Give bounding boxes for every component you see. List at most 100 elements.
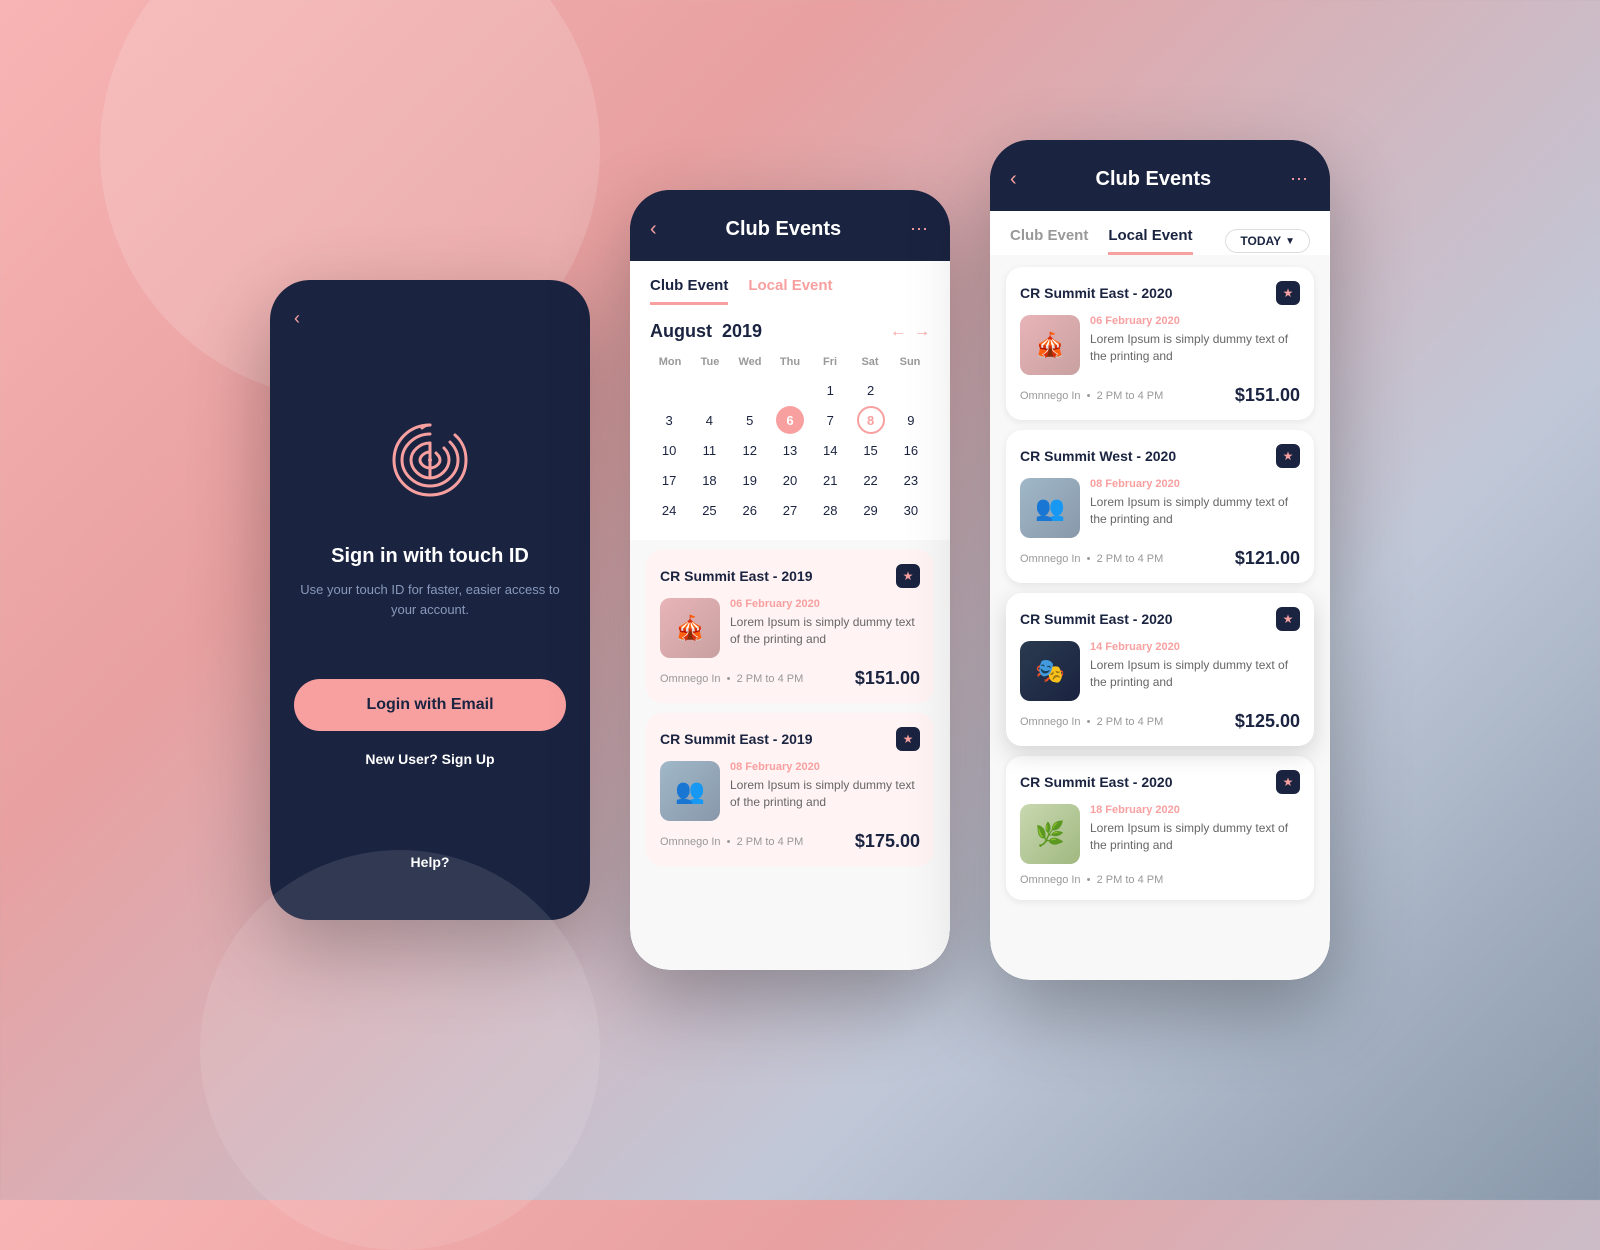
- phone3-event-4-location: Omnnego In • 2 PM to 4 PM: [1020, 874, 1163, 886]
- phone3-event-2: CR Summit West - 2020 ★ 👥 08 February 20…: [1006, 430, 1314, 583]
- phone3-event-3-desc: Lorem Ipsum is simply dummy text of the …: [1090, 657, 1300, 691]
- phone3-event-3-date: 14 February 2020: [1090, 641, 1300, 653]
- cal-day-24[interactable]: 24: [655, 496, 683, 524]
- event-2-price: $175.00: [855, 831, 920, 852]
- back-icon[interactable]: ‹: [294, 308, 300, 329]
- cal-day-12[interactable]: 12: [736, 436, 764, 464]
- phone3-event-1-price: $151.00: [1235, 385, 1300, 406]
- cal-day-23[interactable]: 23: [897, 466, 925, 494]
- cal-day-14[interactable]: 14: [816, 436, 844, 464]
- cal-day-22[interactable]: 22: [857, 466, 885, 494]
- phone2-back-icon[interactable]: ‹: [650, 218, 657, 241]
- cal-day-27[interactable]: 27: [776, 496, 804, 524]
- signin-title: Sign in with touch ID: [331, 545, 529, 568]
- cal-day-21[interactable]: 21: [816, 466, 844, 494]
- event-1-desc: Lorem Ipsum is simply dummy text of the …: [730, 614, 920, 648]
- tab-local-event-2[interactable]: Local Event: [748, 277, 832, 305]
- event-1-image: 🎪: [660, 598, 720, 658]
- day-sun: Sun: [890, 356, 930, 368]
- event-2-image: 👥: [660, 761, 720, 821]
- phone3-event-4-date: 18 February 2020: [1090, 804, 1300, 816]
- event-2-date: 08 February 2020: [730, 761, 920, 773]
- day-mon: Mon: [650, 356, 690, 368]
- calendar-nav[interactable]: ← →: [890, 323, 930, 341]
- cal-day-2[interactable]: 2: [857, 376, 885, 404]
- cal-day-9[interactable]: 9: [897, 406, 925, 434]
- phone3-event-1-title: CR Summit East - 2020: [1020, 285, 1173, 301]
- phone3-event-3-price: $125.00: [1235, 711, 1300, 732]
- phone3-event-2-location: Omnnego In • 2 PM to 4 PM: [1020, 553, 1163, 565]
- cal-day-8[interactable]: 8: [857, 406, 885, 434]
- phone3-menu-icon[interactable]: ⋯: [1290, 169, 1310, 190]
- event-2-title: CR Summit East - 2019: [660, 731, 813, 747]
- calendar-days-header: Mon Tue Wed Thu Fri Sat Sun: [650, 356, 930, 368]
- cal-day-19[interactable]: 19: [736, 466, 764, 494]
- cal-day-5[interactable]: 5: [736, 406, 764, 434]
- cal-day-16[interactable]: 16: [897, 436, 925, 464]
- phone-local-events: ‹ Club Events ⋯ Club Event Local Event T…: [990, 140, 1330, 980]
- phone3-event-4: CR Summit East - 2020 ★ 🌿 18 February 20…: [1006, 756, 1314, 900]
- phone-signin: ‹ Sign in with touch ID Use your touch I…: [270, 280, 590, 920]
- phone3-event-3-image: 🎭: [1020, 641, 1080, 701]
- phone3-event-3-location: Omnnego In • 2 PM to 4 PM: [1020, 716, 1163, 728]
- next-month-icon[interactable]: →: [914, 323, 930, 341]
- cal-day-13[interactable]: 13: [776, 436, 804, 464]
- cal-day-28[interactable]: 28: [816, 496, 844, 524]
- tab-club-event-3[interactable]: Club Event: [1010, 227, 1088, 255]
- day-tue: Tue: [690, 356, 730, 368]
- cal-day-3[interactable]: 3: [655, 406, 683, 434]
- phone3-event-2-image: 👥: [1020, 478, 1080, 538]
- help-link[interactable]: Help?: [411, 854, 450, 870]
- cal-day-18[interactable]: 18: [695, 466, 723, 494]
- cal-day-15[interactable]: 15: [857, 436, 885, 464]
- phone2-title: Club Events: [726, 218, 842, 241]
- day-fri: Fri: [810, 356, 850, 368]
- phone3-event-1-image: 🎪: [1020, 315, 1080, 375]
- cal-day-1[interactable]: 1: [816, 376, 844, 404]
- phone3-event-2-date: 08 February 2020: [1090, 478, 1300, 490]
- cal-day-10[interactable]: 10: [655, 436, 683, 464]
- calendar: August 2019 ← → Mon Tue Wed Thu Fri Sat …: [630, 305, 950, 540]
- phone-club-events: ‹ Club Events ⋯ Club Event Local Event A…: [630, 190, 950, 970]
- cal-day-7[interactable]: 7: [816, 406, 844, 434]
- event-2-desc: Lorem Ipsum is simply dummy text of the …: [730, 777, 920, 811]
- event-2-star-icon[interactable]: ★: [896, 727, 920, 751]
- event-1-star-icon[interactable]: ★: [896, 564, 920, 588]
- phone3-tabs: Club Event Local Event TODAY ▼: [990, 211, 1330, 255]
- cal-day-20[interactable]: 20: [776, 466, 804, 494]
- prev-month-icon[interactable]: ←: [890, 323, 906, 341]
- cal-day-26[interactable]: 26: [736, 496, 764, 524]
- phone3-event-4-star-icon[interactable]: ★: [1276, 770, 1300, 794]
- cal-day-11[interactable]: 11: [695, 436, 723, 464]
- cal-day-17[interactable]: 17: [655, 466, 683, 494]
- phone3-event-4-image: 🌿: [1020, 804, 1080, 864]
- phone3-event-3-star-icon[interactable]: ★: [1276, 607, 1300, 631]
- phone3-event-4-title: CR Summit East - 2020: [1020, 774, 1173, 790]
- day-thu: Thu: [770, 356, 810, 368]
- day-sat: Sat: [850, 356, 890, 368]
- day-wed: Wed: [730, 356, 770, 368]
- event-1-price: $151.00: [855, 668, 920, 689]
- phone2-header: ‹ Club Events ⋯: [630, 190, 950, 261]
- phone2-menu-icon[interactable]: ⋯: [910, 219, 930, 240]
- signin-subtitle: Use your touch ID for faster, easier acc…: [294, 580, 566, 619]
- cal-day-4[interactable]: 4: [695, 406, 723, 434]
- cal-day-6[interactable]: 6: [776, 406, 804, 434]
- cal-day-25[interactable]: 25: [695, 496, 723, 524]
- phone3-event-1-desc: Lorem Ipsum is simply dummy text of the …: [1090, 331, 1300, 365]
- phone3-back-icon[interactable]: ‹: [1010, 168, 1017, 191]
- today-filter-button[interactable]: TODAY ▼: [1225, 229, 1310, 253]
- cal-day-30[interactable]: 30: [897, 496, 925, 524]
- tab-local-event-3[interactable]: Local Event: [1108, 227, 1192, 255]
- phone3-event-1-star-icon[interactable]: ★: [1276, 281, 1300, 305]
- tab-club-event-2[interactable]: Club Event: [650, 277, 728, 305]
- login-email-button[interactable]: Login with Email: [294, 679, 566, 731]
- phone3-event-2-title: CR Summit West - 2020: [1020, 448, 1176, 464]
- phone3-event-2-star-icon[interactable]: ★: [1276, 444, 1300, 468]
- phone3-event-1-date: 06 February 2020: [1090, 315, 1300, 327]
- phone3-event-3: CR Summit East - 2020 ★ 🎭 14 February 20…: [1006, 593, 1314, 746]
- cal-day-29[interactable]: 29: [857, 496, 885, 524]
- calendar-grid: 1 2 3 4 5 6 7 8 9 10 11 12 13 14: [650, 376, 930, 524]
- signup-link[interactable]: New User? Sign Up: [365, 751, 494, 767]
- phone3-event-1: CR Summit East - 2020 ★ 🎪 06 February 20…: [1006, 267, 1314, 420]
